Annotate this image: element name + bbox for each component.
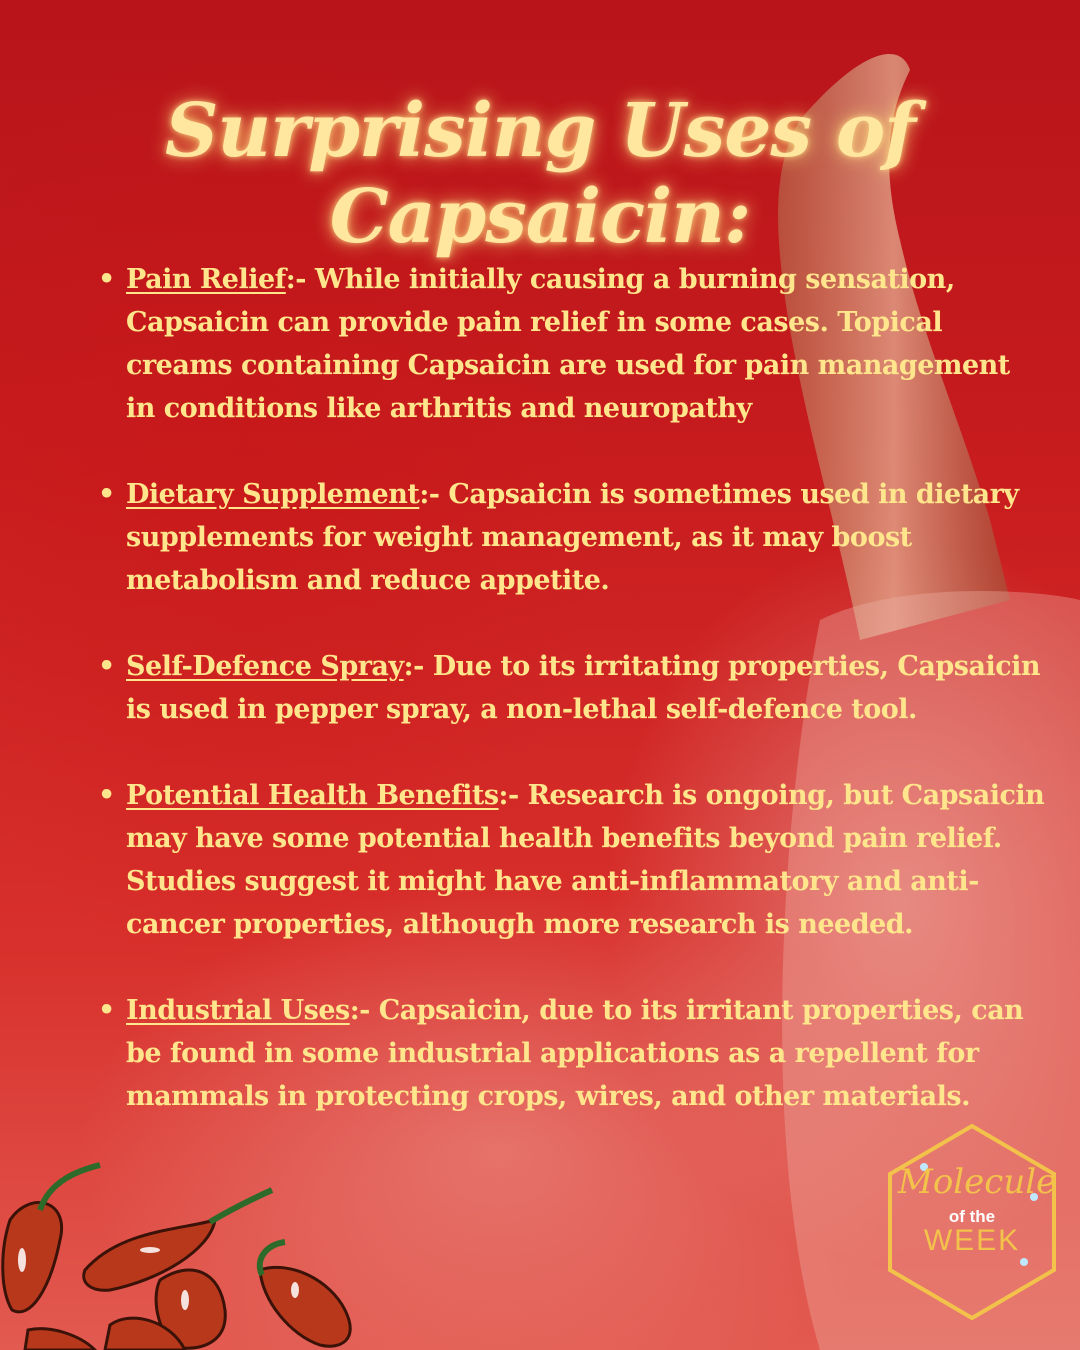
page-title: Surprising Uses of Capsaicin: <box>164 88 916 260</box>
use-term: Pain Relief <box>126 264 286 295</box>
use-term: Potential Health Benefits <box>126 780 499 811</box>
use-term: Industrial Uses <box>126 995 350 1026</box>
list-item: Industrial Uses:- Capsaicin, due to its … <box>98 989 1046 1118</box>
logo-line-week: WEEK <box>923 1224 1021 1257</box>
list-item: Self-Defence Spray:- Due to its irritati… <box>98 645 1046 731</box>
use-term: Self-Defence Spray <box>126 651 404 682</box>
list-item: Dietary Supplement:- Capsaicin is someti… <box>98 473 1046 602</box>
use-term: Dietary Supplement <box>126 479 420 510</box>
chili-pepper-icon <box>1 1162 352 1350</box>
molecule-of-the-week-logo: Molecule of the WEEK <box>884 1122 1060 1322</box>
uses-list: Pain Relief:- While initially causing a … <box>96 258 1046 1161</box>
list-item: Potential Health Benefits:- Research is … <box>98 774 1046 946</box>
list-item: Pain Relief:- While initially causing a … <box>98 258 1046 430</box>
logo-line-molecule: Molecule <box>898 1162 1057 1202</box>
